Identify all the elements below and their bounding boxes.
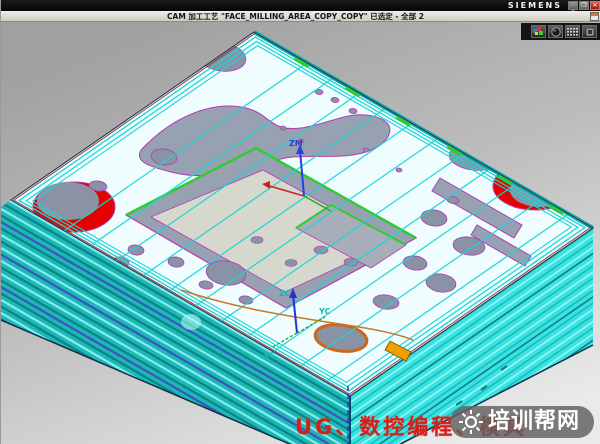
siemens-logo: SIEMENS	[508, 0, 562, 11]
application-window: SIEMENS _ ❐ ✕ CAM 加工工艺 "FACE_MILLING_ARE…	[0, 0, 600, 444]
sun-icon	[458, 409, 484, 435]
info-panel-button[interactable]	[582, 25, 597, 38]
wcs-y-label: YC	[318, 307, 331, 316]
shaded-display-icon	[551, 27, 561, 37]
restore-icon: ❐	[580, 1, 588, 10]
drill-mark	[523, 396, 529, 400]
wcs-x-label: XC	[263, 351, 275, 360]
minimize-button[interactable]: _	[568, 1, 578, 10]
graphics-viewport[interactable]: ZM ZC YC XC	[1, 22, 600, 444]
watermark-text: 培训帮网	[488, 406, 580, 438]
cam-model-view: ZM ZC YC XC	[1, 22, 600, 444]
restore-button[interactable]: ❐	[579, 1, 589, 10]
close-button[interactable]: ✕	[590, 1, 600, 10]
status-message: CAM 加工工艺 "FACE_MILLING_AREA_COPY_COPY" 已…	[1, 11, 590, 22]
grid-icon	[567, 27, 579, 36]
drill-mark	[546, 376, 552, 380]
clipboard-icon[interactable]	[590, 12, 599, 21]
hole-feature	[280, 126, 286, 131]
info-panel-icon	[585, 27, 595, 37]
floor-hole	[251, 237, 263, 244]
drill-mark	[576, 356, 582, 360]
floor-hole	[285, 260, 297, 267]
render-style-button[interactable]	[531, 25, 546, 38]
title-bar: SIEMENS _ ❐ ✕	[1, 0, 600, 11]
close-icon: ✕	[591, 1, 599, 10]
status-bar: CAM 加工工艺 "FACE_MILLING_AREA_COPY_COPY" 已…	[1, 11, 600, 22]
wcs-z-label: ZC	[279, 289, 291, 298]
grid-button[interactable]	[565, 25, 580, 38]
view-toolbar	[521, 23, 600, 40]
watermark-badge: 培训帮网	[450, 406, 594, 438]
hole-feature	[396, 168, 402, 173]
hole-feature	[363, 148, 369, 153]
render-style-icon	[533, 27, 544, 36]
side-face-hole	[181, 314, 201, 330]
shaded-display-button[interactable]	[548, 25, 563, 38]
mcs-z-label: ZM	[289, 139, 303, 148]
